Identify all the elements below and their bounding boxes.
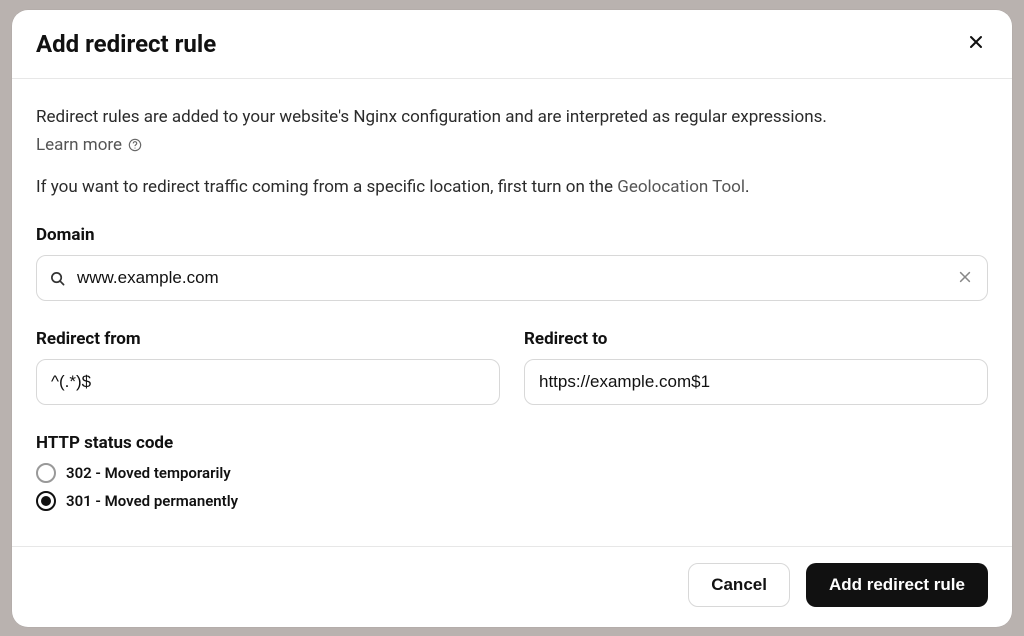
status-section: HTTP status code 302 - Moved temporarily… <box>36 433 988 511</box>
intro-text: Redirect rules are added to your website… <box>36 105 988 130</box>
radio-label: 302 - Moved temporarily <box>66 464 231 482</box>
redirect-to-label: Redirect to <box>524 329 988 349</box>
modal-footer: Cancel Add redirect rule <box>12 546 1012 627</box>
status-label: HTTP status code <box>36 433 988 453</box>
clear-domain-button[interactable] <box>956 268 974 289</box>
clear-icon <box>958 270 972 287</box>
close-button[interactable] <box>964 30 988 57</box>
redirect-from-section: Redirect from <box>36 329 500 405</box>
add-redirect-rule-modal: Add redirect rule Redirect rules are add… <box>12 10 1012 627</box>
radio-icon <box>36 491 56 511</box>
learn-more-row: Learn more <box>36 135 988 155</box>
status-option-302[interactable]: 302 - Moved temporarily <box>36 463 988 483</box>
geo-prefix: If you want to redirect traffic coming f… <box>36 177 617 197</box>
status-option-301[interactable]: 301 - Moved permanently <box>36 491 988 511</box>
redirect-to-input[interactable] <box>524 359 988 405</box>
radio-dot-icon <box>41 496 51 506</box>
domain-section: Domain <box>36 225 988 301</box>
geolocation-tool-link[interactable]: Geolocation Tool <box>617 177 745 197</box>
redirect-to-section: Redirect to <box>524 329 988 405</box>
learn-more-link[interactable]: Learn more <box>36 135 122 155</box>
radio-label: 301 - Moved permanently <box>66 492 238 510</box>
geolocation-hint: If you want to redirect traffic coming f… <box>36 177 988 197</box>
close-icon <box>968 34 984 53</box>
modal-title: Add redirect rule <box>36 30 216 58</box>
search-icon <box>50 271 65 286</box>
domain-input-wrap <box>36 255 988 301</box>
radio-icon <box>36 463 56 483</box>
redirect-row: Redirect from Redirect to <box>36 329 988 405</box>
cancel-button[interactable]: Cancel <box>688 563 790 607</box>
domain-label: Domain <box>36 225 988 245</box>
help-icon[interactable] <box>128 138 142 152</box>
redirect-from-input[interactable] <box>36 359 500 405</box>
modal-header: Add redirect rule <box>12 10 1012 79</box>
geo-suffix: . <box>745 177 749 197</box>
modal-body: Redirect rules are added to your website… <box>12 79 1012 546</box>
add-redirect-rule-button[interactable]: Add redirect rule <box>806 563 988 607</box>
redirect-from-label: Redirect from <box>36 329 500 349</box>
domain-input[interactable] <box>36 255 988 301</box>
